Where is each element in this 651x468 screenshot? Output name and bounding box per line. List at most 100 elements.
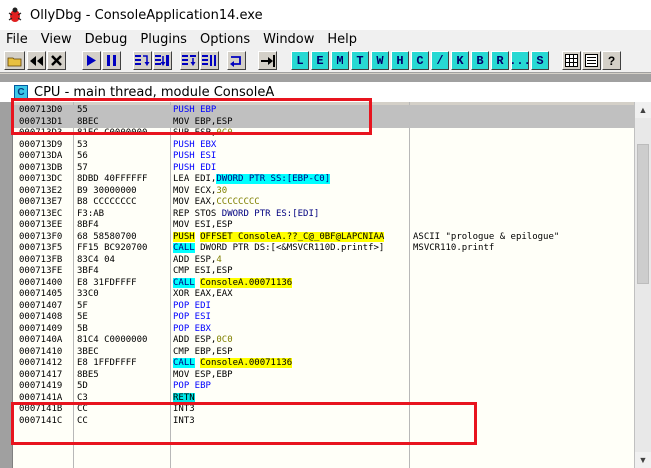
threads-button[interactable]: T xyxy=(351,51,369,70)
disassembly-cell: PUSH EBP xyxy=(173,105,216,117)
disasm-row[interactable]: 00071417 8BE5 MOV ESP,EBP xyxy=(13,370,634,382)
disassembly-cell: MOV ECX,30 xyxy=(173,186,227,198)
disassembly-cell: PUSH OFFSET ConsoleA.??_C@_0BF@LAPCNIAA xyxy=(173,231,385,244)
disasm-row[interactable]: 000713D3 81EC C0000000 SUB ESP,0C0 xyxy=(13,128,634,140)
menu-help[interactable]: Help xyxy=(327,32,357,47)
run-button[interactable] xyxy=(82,51,101,70)
source-button[interactable]: S xyxy=(531,51,549,70)
memory-map-button[interactable]: M xyxy=(331,51,349,70)
instruction-part: XOR EAX,EAX xyxy=(173,289,233,299)
execute-till-return-button[interactable] xyxy=(227,51,246,70)
rewind-icon xyxy=(30,55,43,66)
scroll-down-arrow-icon[interactable]: ▼ xyxy=(635,452,651,468)
hex-dump-cell: 8BEC xyxy=(77,116,99,127)
disasm-row[interactable]: 000713F5 FF15 BC920700 CALL DWORD PTR DS:[… xyxy=(13,243,634,255)
disassembly-pane[interactable]: 000713D0 55 PUSH EBP 000713D1 8BEC MOV EBP,ES… xyxy=(12,102,634,468)
disasm-row[interactable]: 00071405 33C0 XOR EAX,EAX xyxy=(13,289,634,301)
disasm-row[interactable]: 000713DA 56 PUSH ESI xyxy=(13,151,634,163)
instruction-part: INT3 xyxy=(173,415,195,426)
scroll-thumb[interactable] xyxy=(637,144,649,284)
instruction-part: POP EBX xyxy=(173,323,211,334)
disasm-row[interactable]: 00071419 5D POP EBP xyxy=(13,381,634,393)
disasm-row[interactable]: 000713EE 8BF4 MOV ESI,ESP xyxy=(13,220,634,232)
address-cell: 00071407 xyxy=(19,300,63,311)
disasm-row[interactable]: 0007141C CC INT3 xyxy=(13,416,634,428)
hex-dump-cell: 81EC C0000000 xyxy=(77,128,148,138)
trace-over-button[interactable] xyxy=(200,51,219,70)
return-arrow-icon xyxy=(229,56,241,67)
disasm-row[interactable]: 000713EC F3:AB REP STOS DWORD PTR ES:[EDI] xyxy=(13,209,634,221)
vertical-scrollbar[interactable]: ▲ ▼ xyxy=(634,102,651,468)
disasm-row[interactable]: 000713E7 B8 CCCCCCCC MOV EAX,CCCCCCCC xyxy=(13,197,634,209)
pause-button[interactable] xyxy=(102,51,121,70)
help-button[interactable]: ? xyxy=(602,51,621,70)
open-file-button[interactable] xyxy=(4,51,25,70)
disasm-row[interactable]: 000713FE 3BF4 CMP ESI,ESP xyxy=(13,266,634,278)
instruction-part: MOV EAX, xyxy=(173,197,217,207)
disasm-row[interactable]: 000713D1 8BEC MOV EBP,ESP xyxy=(13,116,634,128)
modules-button[interactable]: E xyxy=(311,51,329,70)
windows-button[interactable]: W xyxy=(371,51,389,70)
appearance-button[interactable] xyxy=(562,51,581,70)
instruction-part: CALL xyxy=(173,277,195,288)
disasm-row[interactable]: 0007140A 81C4 C0000000 ADD ESP,0C0 xyxy=(13,335,634,347)
disasm-row[interactable]: 00071408 5E POP ESI xyxy=(13,312,634,324)
disasm-row[interactable]: 000713E2 B9 30000000 MOV ECX,30 xyxy=(13,186,634,198)
disasm-row[interactable]: 000713F0 68 58580700 PUSH OFFSET ConsoleA.… xyxy=(13,231,634,244)
menu-view[interactable]: View xyxy=(41,32,72,47)
disasm-row[interactable]: 0007141B CC INT3 xyxy=(13,404,634,416)
breakpoints-button[interactable]: B xyxy=(471,51,489,70)
patches-button[interactable]: / xyxy=(431,51,449,70)
instruction-part: SUB ESP, xyxy=(173,128,217,138)
address-cell: 000713DB xyxy=(19,162,63,173)
hex-dump-cell: E8 31FDFFFF xyxy=(77,277,137,288)
restart-button[interactable] xyxy=(27,51,46,70)
close-button[interactable] xyxy=(47,51,66,70)
cpu-button[interactable]: C xyxy=(411,51,429,70)
hex-dump-cell: 55 xyxy=(77,105,88,115)
address-cell: 000713D9 xyxy=(19,139,63,150)
call-stack-button[interactable]: K xyxy=(451,51,469,70)
menu-debug[interactable]: Debug xyxy=(85,32,128,47)
menu-window[interactable]: Window xyxy=(263,32,314,47)
hex-dump-cell: 57 xyxy=(77,162,88,173)
run-trace-button[interactable]: ... xyxy=(509,51,531,70)
window-title: OllyDbg - ConsoleApplication14.exe xyxy=(30,7,263,23)
disasm-row[interactable]: 00071412 E8 1FFDFFFF CALL ConsoleA.0007113… xyxy=(13,358,634,370)
disasm-row[interactable]: 000713DC 8DBD 40FFFFFF LEA EDI,DWORD PTR S… xyxy=(13,174,634,186)
handles-button[interactable]: H xyxy=(391,51,409,70)
folder-icon xyxy=(7,57,22,66)
disassembly-rows: 000713D0 55 PUSH EBP 000713D1 8BEC MOV EBP,ES… xyxy=(13,105,634,427)
address-cell: 00071405 xyxy=(19,289,63,299)
step-over-button[interactable] xyxy=(153,51,172,70)
menu-file[interactable]: File xyxy=(6,32,28,47)
hex-dump-cell: C3 xyxy=(77,392,88,403)
disasm-row[interactable]: 000713D0 55 PUSH EBP xyxy=(13,105,634,117)
disassembly-cell: CALL DWORD PTR DS:[<&MSVCR110D.printf>] xyxy=(173,243,384,255)
disasm-row[interactable]: 000713DB 57 PUSH EDI xyxy=(13,163,634,175)
disasm-row[interactable]: 0007141A C3 RETN xyxy=(13,392,634,405)
disasm-row[interactable]: 000713FB 83C4 04 ADD ESP,4 xyxy=(13,255,634,267)
disassembly-cell: REP STOS DWORD PTR ES:[EDI] xyxy=(173,209,319,221)
disassembly-cell: XOR EAX,EAX xyxy=(173,289,233,301)
scroll-up-arrow-icon[interactable]: ▲ xyxy=(635,102,651,118)
disasm-row[interactable]: 00071400 E8 31FDFFFF CALL ConsoleA.0007113… xyxy=(13,277,634,290)
options-button[interactable] xyxy=(582,51,601,70)
disasm-row[interactable]: 00071410 3BEC CMP EBP,ESP xyxy=(13,347,634,359)
address-cell: 00071409 xyxy=(19,323,63,334)
disasm-row[interactable]: 00071409 5B POP EBX xyxy=(13,324,634,336)
instruction-part: PUSH xyxy=(173,231,195,242)
disassembly-cell: SUB ESP,0C0 xyxy=(173,128,233,140)
log-window-button[interactable]: L xyxy=(291,51,309,70)
trace-into-button[interactable] xyxy=(180,51,199,70)
step-into-button[interactable] xyxy=(133,51,152,70)
references-button[interactable]: R xyxy=(491,51,509,70)
menu-plugins[interactable]: Plugins xyxy=(140,32,187,47)
goto-button[interactable] xyxy=(258,51,277,70)
menu-options[interactable]: Options xyxy=(200,32,250,47)
disassembly-cell: MOV EAX,CCCCCCCC xyxy=(173,197,260,209)
disasm-row[interactable]: 00071407 5F POP EDI xyxy=(13,301,634,313)
disassembly-cell: ADD ESP,4 xyxy=(173,255,222,267)
disasm-row[interactable]: 000713D9 53 PUSH EBX xyxy=(13,140,634,152)
address-cell: 000713DA xyxy=(19,151,63,161)
